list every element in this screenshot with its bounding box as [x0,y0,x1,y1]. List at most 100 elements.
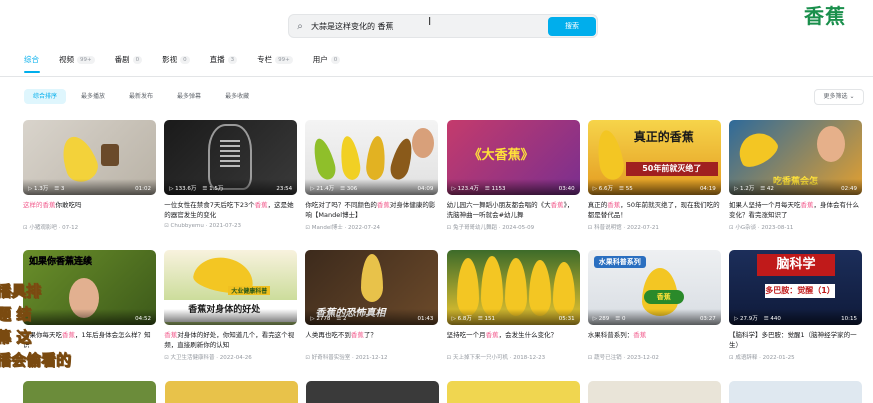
danmaku-count: ☰ 151 [477,316,496,322]
danmaku-count: ☰ 306 [340,186,358,192]
video-thumbnail[interactable]: 水果科普系列 香蕉 ▷ 289 ☰ 0 03:27 [587,250,721,325]
tab-count: 0 [180,55,190,64]
keyword-highlight: 这样的香蕉 [23,201,56,209]
video-card[interactable]: ▷ 6.8万 ☰ 151 05:31 坚持吃一个月香蕉，会发生什么变化？ ⊡ 天上掉下来… [446,250,580,361]
video-thumbnail[interactable]: ▷ 133.6万 ☰ 1.5万 23:54 [164,120,298,195]
tab-movie[interactable]: 影视 0 [162,54,190,65]
video-uploader-date[interactable]: ⊡ 兔子哥哥幼儿舞蹈 · 2024-05-09 [447,223,580,231]
video-thumbnail[interactable]: ▷ 6.8万 ☰ 151 05:31 [446,250,580,325]
danmaku-count: ☰ 440 [763,316,781,322]
text-cursor-icon: I [428,15,432,28]
video-title[interactable]: 坚持吃一个月香蕉，会发生什么变化？ [447,330,580,350]
play-count: ▷ 1.2万 [734,186,755,192]
danmaku-count: ☰ 1153 [484,186,506,192]
video-title[interactable]: 人类再也吃不到香蕉了？ [305,330,438,350]
video-card[interactable]: ▷ 133.6万 ☰ 1.5万 23:54 一位女性在禁食7天后吃下23个香蕉，这是她… [164,120,298,229]
video-subtitle-overlay: 播具排 题 结 幕 这 播会偷看的 [0,280,156,372]
tab-count: 0 [132,55,143,64]
play-count: ▷ 1.3万 [28,186,49,192]
video-stats: ▷ 123.4万 ☰ 1153 03:40 [446,179,580,195]
tab-label: 综合 [24,55,39,64]
video-thumbnail[interactable]: ▷ 21.4万 ☰ 306 04:09 [305,120,439,195]
tab-label: 专栏 [257,55,273,64]
video-title[interactable]: 这样的香蕉你敢吃吗 [23,200,156,220]
video-title[interactable]: 如果人坚持一个月每天吃香蕉，身体会有什么变化？看完涨知识了 [729,200,862,220]
video-title[interactable]: 真正的香蕉，50年前就灭绝了，现在我们吃的都是替代品！ [588,200,721,220]
subtitle-line: 播具排 [0,282,42,301]
play-count: ▷ 6.8万 [451,316,472,322]
video-card[interactable]: 《大香蕉》 ▷ 123.4万 ☰ 1153 03:40 幼儿园六一舞蹈小朋友都会唱的《大… [446,120,580,231]
video-stats: ▷ 289 ☰ 0 03:27 [587,309,721,325]
play-count: ▷ 133.6万 [169,186,197,192]
video-card[interactable]: 吃香蕉会怎▷ 1.2万☰ 4202:49 如果人坚持一个月每天吃香蕉，身体会有什么… [729,120,862,231]
video-card[interactable]: 香蕉的恐怖真相▷ 2778☰ 201:43 人类再也吃不到香蕉了？ ⊡ 好奇科普实验… [305,250,439,361]
danmaku-count: ☰ 55 [619,186,633,192]
video-uploader-date[interactable]: ⊡ Mandel博士 · 2022-07-24 [305,223,438,231]
video-title[interactable]: 幼儿园六一舞蹈小朋友都会唱的《大香蕉》，洗脑神曲一听就会#幼儿舞 [447,200,580,220]
video-uploader-date[interactable]: ⊡ 科普说明馆 · 2022-07-21 [588,223,721,231]
danmaku-count: ☰ 2 [336,316,347,322]
video-uploader-date[interactable]: ⊡ 小G杂谈 · 2023-08-11 [729,223,862,231]
search-input[interactable]: 大蒜是这样变化的 香蕉 [311,21,581,32]
video-card[interactable]: ▷ 1.3万 ☰ 3 01:02 这样的香蕉你敢吃吗 ⊡ 小猪观影吧 · 07-12 [23,120,156,231]
video-card[interactable]: 真正的香蕉 50年前就灭绝了 ▷ 6.6万 ☰ 55 04:19 真正的香蕉，50年前就灭… [587,120,721,231]
tab-bangumi[interactable]: 番剧 0 [115,54,143,65]
video-card[interactable]: 水果科普系列 香蕉 ▷ 289 ☰ 0 03:27 水果科普系列：香蕉 ⊡ 蔬号已注销 · … [587,250,721,361]
video-stats: ▷ 1.2万 ☰ 42 02:49 [729,179,862,195]
filter-most-favorited[interactable]: 最多收藏 [216,89,258,104]
video-thumbnail[interactable]: 香蕉对身体的好处大业健康科普 [164,250,298,325]
video-title[interactable]: 【脑科学】多巴胺：觉醒1（脑神经学家的一生） [729,330,862,350]
video-thumbnail[interactable]: 香蕉的恐怖真相▷ 2778☰ 201:43 [305,250,439,325]
video-thumbnail[interactable]: 真正的香蕉 50年前就灭绝了 ▷ 6.6万 ☰ 55 04:19 [587,120,721,195]
video-card[interactable]: 香蕉对身体的好处大业健康科普香蕉对身体的好处，你知道几个，看完这个视频，直接刷新… [164,250,298,361]
video-card[interactable]: 脑科学 多巴胺：觉醒（1） ▷ 27.9万 ☰ 440 10:15 【脑科学】多巴胺：觉醒… [729,250,862,361]
play-count: ▷ 289 [592,316,610,322]
video-title[interactable]: 一位女性在禁食7天后吃下23个香蕉，这是她的器官发生的变化 [164,200,297,220]
video-uploader-date[interactable]: ⊡ Chubbyemu · 2021-07-23 [164,223,297,229]
video-thumbnail[interactable]: ▷ 1.3万 ☰ 3 01:02 [23,120,156,195]
filter-newest[interactable]: 最新发布 [120,89,162,104]
video-uploader-date[interactable]: ⊡ 小猪观影吧 · 07-12 [23,223,156,231]
filter-default[interactable]: 综合排序 [24,89,67,104]
keyword-highlight: 香蕉 [485,331,499,339]
video-title[interactable]: 水果科普系列：香蕉 [588,330,721,350]
video-stats: ▷ 133.6万 ☰ 1.5万 23:54 [164,179,298,195]
filter-most-danmaku[interactable]: 最多弹幕 [168,89,210,104]
video-stats: ▷ 2778 ☰ 2 01:43 [305,309,439,325]
video-thumbnail[interactable]: 脑科学 多巴胺：觉醒（1） ▷ 27.9万 ☰ 440 10:15 [729,250,862,325]
video-uploader-date[interactable]: ⊡ 成语辞释 · 2022-01-25 [729,353,862,361]
tab-count: 99+ [77,55,95,64]
video-title[interactable]: 香蕉对身体的好处，你知道几个，看完这个视频，直接刷新你的认知 [164,330,297,350]
next-row-thumbnails [23,381,865,403]
tab-label: 番剧 [114,55,130,64]
video-thumbnail[interactable]: 吃香蕉会怎▷ 1.2万☰ 4202:49 [729,120,862,195]
tab-all[interactable]: 综合 [24,54,39,65]
tab-label: 影视 [162,55,178,64]
tabs-divider [0,76,873,77]
video-uploader-date[interactable]: ⊡ 好奇科普实验室 · 2021-12-12 [305,353,438,361]
video-card[interactable]: ▷ 21.4万 ☰ 306 04:09 你吃对了吗？不同颜色的香蕉对身体健康的影响【M… [305,120,439,231]
video-uploader-date[interactable]: ⊡ 蔬号已注销 · 2023-12-02 [588,353,721,361]
filter-most-played[interactable]: 最多播放 [72,89,114,104]
tab-article[interactable]: 专栏 99+ [257,54,293,65]
video-uploader-date[interactable]: ⊡ 天上掉下来一只小可机 · 2018-12-23 [447,353,580,361]
more-filters-button[interactable]: 更多筛选 ⌄ [814,89,864,105]
search-button[interactable]: 搜索 [548,17,596,36]
play-count: ▷ 27.9万 [734,316,758,322]
tab-user[interactable]: 用户 0 [313,54,341,65]
video-thumbnail[interactable]: 《大香蕉》 ▷ 123.4万 ☰ 1153 03:40 [446,120,580,195]
video-duration: 01:02 [135,186,151,192]
video-uploader-date[interactable]: ⊡ 大卫生活健康科普 · 2022-04-26 [164,353,297,361]
brand-logo: 香蕉 [804,4,846,28]
tab-label: 用户 [312,55,328,64]
active-tab-indicator [24,71,40,73]
tab-live[interactable]: 直播 3 [210,54,238,65]
video-stats [164,309,298,325]
tab-video[interactable]: 视频 99+ [59,54,95,65]
video-duration: 04:09 [417,186,434,192]
video-duration: 03:40 [558,186,575,192]
video-stats: ▷ 21.4万 ☰ 306 04:09 [305,179,439,195]
video-duration: 04:19 [699,186,716,192]
video-title[interactable]: 你吃对了吗？不同颜色的香蕉对身体健康的影响【Mandel博士】 [305,200,438,220]
danmaku-count: ☰ 0 [615,316,626,322]
